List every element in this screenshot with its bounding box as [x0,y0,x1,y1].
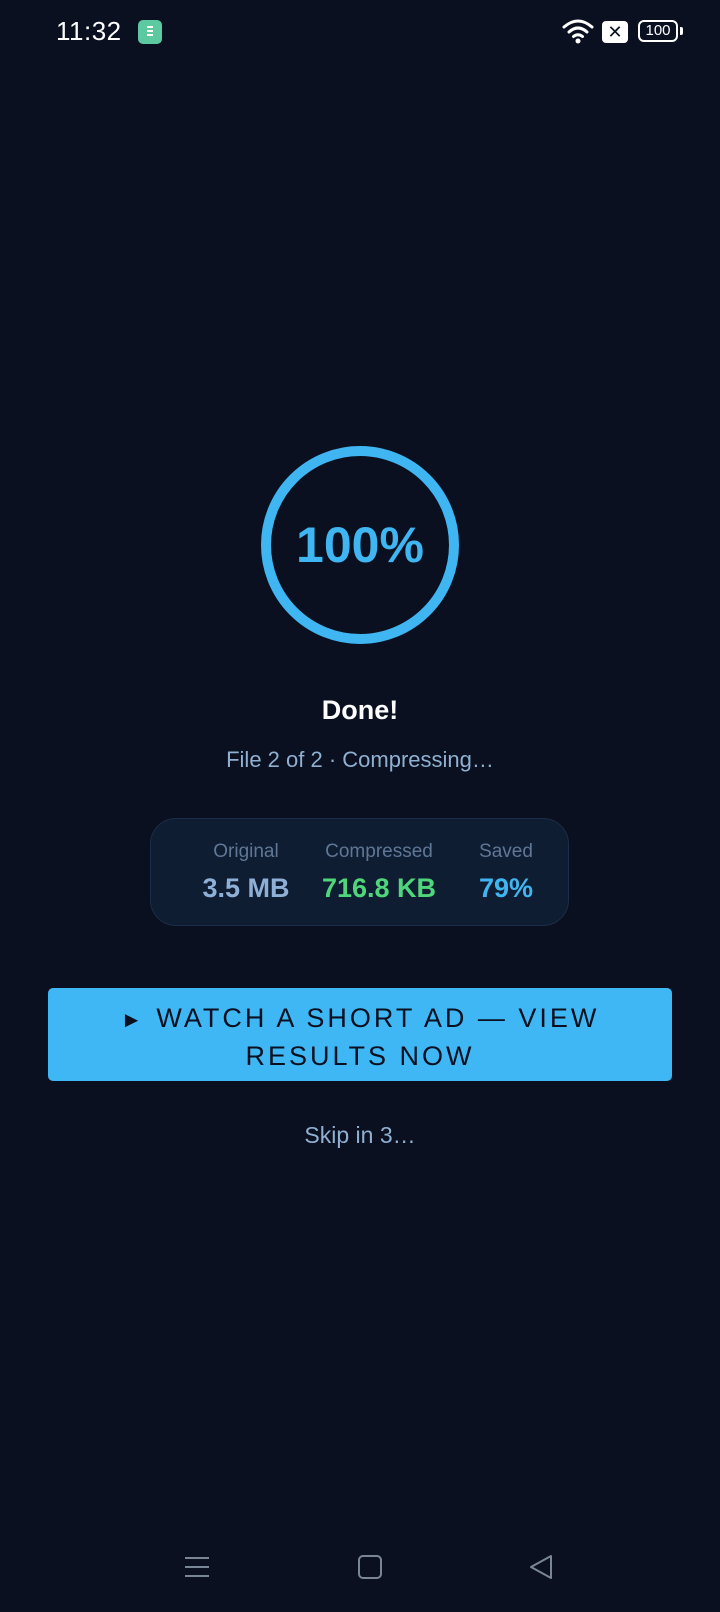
stat-original-value: 3.5 MB [202,873,290,903]
battery-icon: 100 [638,20,678,42]
sim-x-icon: ✕ [602,21,628,43]
menu-icon[interactable] [184,1554,210,1580]
compression-result-screen: 11:32 ✕ 100 100% Done! File 2 of 2 · Com… [0,0,720,1612]
stat-original: Original 3.5 MB [171,819,321,927]
battery-tip [680,27,683,35]
wifi-icon [562,18,594,44]
stat-original-label: Original [213,841,279,862]
stat-compressed-label: Compressed [325,841,433,862]
stat-compressed: Compressed 716.8 KB [309,819,449,927]
status-time: 11:32 [56,16,122,46]
progress-percent: 100% [296,517,424,573]
stat-saved: Saved 79% [451,819,561,927]
watch-ad-button-label: WATCH A SHORT AD — VIEW RESULTS NOW [156,1003,600,1071]
stat-saved-label: Saved [479,841,533,862]
navigation-bar [0,1540,720,1600]
status-subtitle: File 2 of 2 · Compressing… [226,747,494,772]
stat-compressed-value: 716.8 KB [321,873,437,903]
status-bar: 11:32 ✕ 100 [0,0,720,64]
stat-saved-value: 79% [478,873,534,903]
play-icon: ► [120,1007,143,1032]
status-title: Done! [321,695,399,725]
app-notification-icon [138,20,162,44]
skip-button[interactable]: Skip in 3… [0,1122,720,1149]
stats-card: Original 3.5 MB Compressed 716.8 KB Save… [150,818,569,926]
back-icon[interactable] [528,1554,554,1580]
home-icon[interactable] [358,1555,382,1579]
watch-ad-button[interactable]: ► WATCH A SHORT AD — VIEW RESULTS NOW [48,988,672,1081]
